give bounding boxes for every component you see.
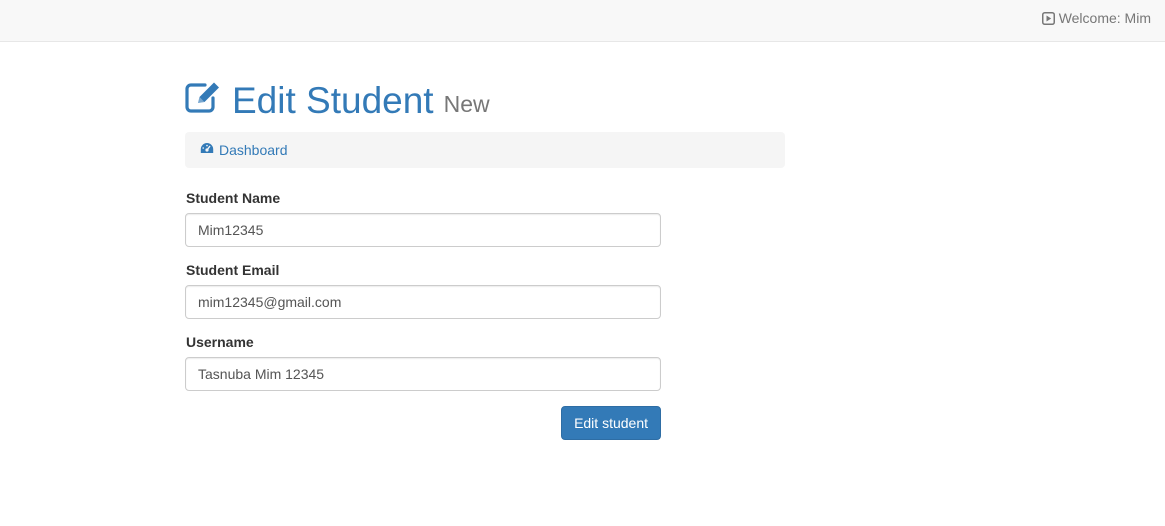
student-name-label: Student Name [186, 190, 281, 206]
page-subtitle: New [443, 91, 490, 117]
username-label: Username [186, 334, 254, 350]
play-square-icon [1041, 11, 1055, 25]
form-actions: Edit student [185, 406, 661, 440]
page-header: Edit Student New [185, 80, 785, 122]
form-group-student-email: Student Email [185, 262, 661, 319]
breadcrumb-dashboard-link[interactable]: Dashboard [219, 142, 288, 158]
dashboard-icon [200, 141, 214, 159]
form-group-student-name: Student Name [185, 190, 661, 247]
page-title: Edit Student [232, 80, 434, 121]
student-email-label: Student Email [186, 262, 280, 278]
welcome-link[interactable]: Welcome: Mim [1041, 10, 1151, 26]
username-input[interactable] [185, 357, 661, 391]
edit-student-button[interactable]: Edit student [561, 406, 661, 440]
edit-square-icon [185, 81, 222, 118]
main-content: Edit Student New Dashboard Student Name … [185, 80, 785, 440]
student-name-input[interactable] [185, 213, 661, 247]
student-email-input[interactable] [185, 285, 661, 319]
top-navbar: Welcome: Mim [0, 0, 1165, 42]
welcome-text: Welcome: Mim [1058, 10, 1151, 26]
edit-student-form: Student Name Student Email Username Edit… [185, 190, 661, 440]
breadcrumb: Dashboard [185, 132, 785, 168]
form-group-username: Username [185, 334, 661, 391]
